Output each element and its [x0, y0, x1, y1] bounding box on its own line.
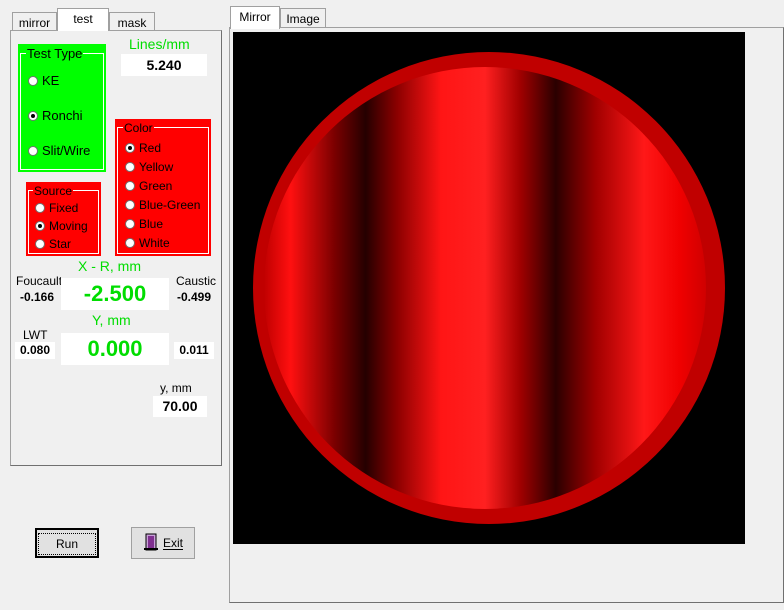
ronchigram-svg: [253, 52, 725, 524]
color-option-label: White: [139, 236, 170, 250]
tab-mirror-view-label: Mirror: [239, 10, 271, 24]
run-button-focus: Run: [38, 533, 96, 555]
radio-icon: [35, 203, 45, 213]
color-option-label: Red: [139, 141, 162, 155]
tab-image-view-label: Image: [286, 12, 320, 26]
tab-mirror-label: mirror: [18, 16, 51, 30]
test-type-option-label: Slit/Wire: [42, 143, 91, 158]
tab-test-label: test: [73, 12, 93, 26]
color-group: Color Red Yellow Green Blue-Green Blue W…: [115, 119, 211, 256]
mirror-face: [264, 67, 706, 509]
radio-icon: [35, 239, 45, 249]
y-mm-field[interactable]: 70.00: [153, 396, 207, 417]
tab-mirror-view[interactable]: Mirror: [230, 6, 280, 29]
source-group: Source Fixed Moving Star: [26, 182, 101, 256]
ronchigram-canvas[interactable]: [233, 32, 745, 544]
caustic-value: -0.499: [177, 290, 212, 304]
source-option-label: Star: [49, 237, 72, 251]
source-title: Source: [33, 184, 74, 198]
color-option-label: Blue: [139, 217, 164, 231]
radio-selected-icon: [125, 143, 135, 153]
source-option-label: Moving: [49, 219, 88, 233]
color-title: Color: [123, 121, 154, 135]
test-type-option-label: Ronchi: [42, 108, 83, 123]
lines-per-mm-label: Lines/mm: [129, 36, 190, 52]
color-option-green[interactable]: Green: [125, 179, 172, 193]
lwt-label: LWT: [23, 328, 48, 342]
source-option-label: Fixed: [49, 201, 79, 215]
test-type-title: Test Type: [26, 46, 84, 61]
run-button-label: Run: [55, 537, 78, 551]
color-option-blue-green[interactable]: Blue-Green: [125, 198, 200, 212]
foucault-value: -0.166: [20, 290, 55, 304]
radio-selected-icon: [28, 111, 38, 121]
tab-mask[interactable]: mask: [109, 12, 155, 32]
exit-button-label: Exit: [162, 536, 183, 550]
right-small-value: 0.011: [174, 342, 214, 359]
color-option-white[interactable]: White: [125, 236, 170, 250]
exit-door-icon: [143, 532, 159, 562]
tab-mask-label: mask: [117, 16, 147, 30]
color-option-red[interactable]: Red: [125, 141, 161, 155]
color-option-yellow[interactable]: Yellow: [125, 160, 173, 174]
test-type-group: Test Type KE Ronchi Slit/Wire: [18, 44, 106, 172]
source-option-moving[interactable]: Moving: [35, 219, 88, 233]
source-option-fixed[interactable]: Fixed: [35, 201, 78, 215]
exit-button[interactable]: Exit: [131, 527, 195, 559]
y-mm-label: y, mm: [160, 381, 192, 395]
color-option-blue[interactable]: Blue: [125, 217, 163, 231]
test-type-option-label: KE: [42, 73, 60, 88]
radio-icon: [125, 181, 135, 191]
source-option-star[interactable]: Star: [35, 237, 71, 251]
tab-test[interactable]: test: [57, 8, 109, 31]
tab-image-view[interactable]: Image: [280, 8, 326, 28]
lines-per-mm-field[interactable]: 5.240: [121, 54, 207, 76]
color-option-label: Blue-Green: [139, 198, 201, 212]
radio-icon: [28, 146, 38, 156]
radio-icon: [28, 76, 38, 86]
tab-mirror[interactable]: mirror: [12, 12, 57, 32]
test-type-option-slit-wire[interactable]: Slit/Wire: [28, 144, 90, 158]
radio-icon: [125, 200, 135, 210]
color-option-label: Green: [139, 179, 173, 193]
caustic-label: Caustic: [176, 274, 217, 288]
run-button[interactable]: Run: [35, 528, 99, 558]
radio-icon: [125, 162, 135, 172]
y-label: Y, mm: [92, 312, 131, 328]
radio-icon: [125, 238, 135, 248]
foucault-label: Foucault: [16, 274, 63, 288]
radio-icon: [125, 219, 135, 229]
radio-selected-icon: [35, 221, 45, 231]
lwt-value: 0.080: [15, 342, 55, 359]
xr-field[interactable]: -2.500: [61, 278, 169, 310]
test-type-option-ke[interactable]: KE: [28, 74, 59, 88]
xr-label: X - R, mm: [78, 258, 141, 274]
color-option-label: Yellow: [139, 160, 174, 174]
y-field[interactable]: 0.000: [61, 333, 169, 365]
test-type-option-ronchi[interactable]: Ronchi: [28, 109, 82, 123]
